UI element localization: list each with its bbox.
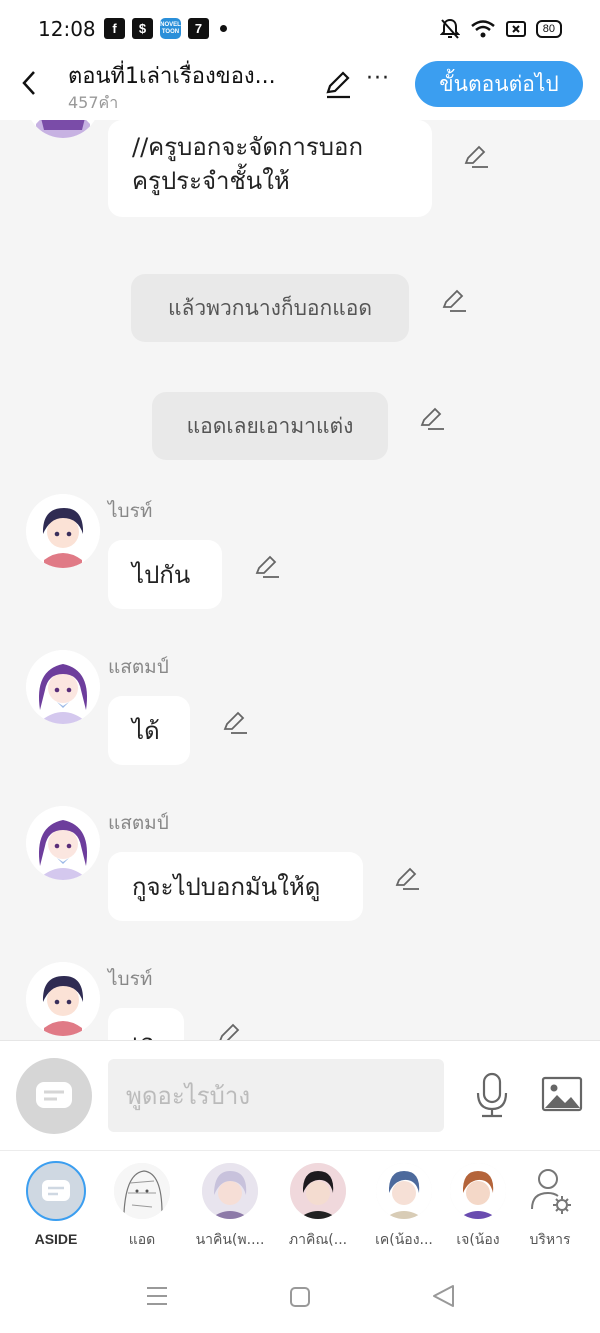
menu-icon[interactable] bbox=[146, 1286, 168, 1306]
character-avatar bbox=[376, 1163, 432, 1219]
speaker-name: ไบรท์ bbox=[108, 968, 153, 990]
message-input[interactable] bbox=[108, 1059, 444, 1132]
speaker-name: แสตมป์ bbox=[108, 656, 169, 678]
home-icon[interactable] bbox=[289, 1286, 311, 1308]
edit-title-icon[interactable] bbox=[322, 68, 354, 100]
system-nav-bar bbox=[0, 1260, 600, 1333]
edit-message-icon[interactable] bbox=[221, 708, 249, 736]
facebook-icon: f bbox=[104, 18, 125, 39]
edit-message-icon[interactable] bbox=[462, 142, 490, 170]
character-avatar bbox=[202, 1163, 258, 1219]
aside-toggle-button[interactable] bbox=[16, 1058, 92, 1134]
more-options-button[interactable]: ··· bbox=[366, 66, 390, 91]
status-time: 12:08 bbox=[38, 17, 96, 41]
edit-message-icon[interactable] bbox=[440, 286, 468, 314]
message-bubble[interactable]: เอ bbox=[108, 1008, 184, 1040]
novel-toon-icon: NOVEL TOON bbox=[160, 18, 181, 39]
chat-bubble-icon bbox=[42, 1180, 70, 1201]
character-avatar-icon bbox=[26, 650, 100, 724]
image-icon[interactable] bbox=[540, 1075, 584, 1115]
character-avatar-icon bbox=[26, 806, 100, 880]
edit-message-icon[interactable] bbox=[253, 552, 281, 580]
wifi-icon bbox=[470, 20, 495, 38]
avatar-stamp[interactable] bbox=[26, 806, 100, 880]
message-bubble[interactable]: กูจะไปบอกมันให้ดู bbox=[108, 852, 363, 921]
brown-hair-avatar-icon bbox=[450, 1163, 506, 1219]
episode-title[interactable]: ตอนที่1เล่าเรื่องของ... bbox=[68, 58, 308, 93]
message-bubble[interactable]: ได้ bbox=[108, 696, 190, 765]
screen-cast-icon bbox=[505, 21, 526, 37]
user-settings-icon bbox=[531, 1169, 571, 1214]
message-bubble[interactable]: //ครูบอกจะจัดการบอก ครูประจำชั้นให้ bbox=[108, 120, 432, 217]
edit-message-icon[interactable] bbox=[418, 404, 446, 432]
editor-header: ตอนที่1เล่าเรื่องของ... 457คำ ··· ขั้นตอ… bbox=[0, 58, 600, 120]
status-bar: 12:08 f $ NOVEL TOON 7 80 bbox=[0, 0, 600, 58]
edit-message-icon[interactable] bbox=[216, 1020, 244, 1040]
speaker-name: ไบรท์ bbox=[108, 500, 153, 522]
character-label: บริหาร bbox=[529, 1232, 571, 1248]
seven-eleven-icon: 7 bbox=[188, 18, 209, 39]
character-nakhin[interactable]: นาคิน(พ.... bbox=[190, 1163, 270, 1251]
silver-hair-avatar-icon bbox=[202, 1163, 258, 1219]
notification-dot-icon bbox=[220, 25, 227, 32]
character-avatar-icon bbox=[31, 120, 95, 138]
status-app-icons: f $ NOVEL TOON 7 bbox=[104, 18, 227, 39]
character-label: ASIDE bbox=[34, 1231, 78, 1247]
character-avatar bbox=[114, 1163, 170, 1219]
message-text-line: ครูประจำชั้นให้ bbox=[132, 167, 290, 195]
manage-icon-wrap bbox=[522, 1163, 578, 1219]
character-label: เจ(น้อง bbox=[456, 1232, 500, 1248]
avatar-stamp[interactable] bbox=[26, 650, 100, 724]
microphone-icon[interactable] bbox=[470, 1071, 514, 1119]
chevron-left-icon bbox=[22, 71, 35, 95]
character-avatar-icon bbox=[26, 494, 100, 568]
back-button[interactable] bbox=[14, 66, 44, 100]
sketch-avatar-icon bbox=[114, 1163, 170, 1219]
chat-area[interactable]: //ครูบอกจะจัดการบอก ครูประจำชั้นให้ แล้ว… bbox=[0, 120, 600, 1040]
speaker-name: แสตมป์ bbox=[108, 812, 169, 834]
chat-bubble-icon bbox=[36, 1082, 72, 1108]
status-right-icons: 80 bbox=[439, 18, 562, 40]
character-j[interactable]: เจ(น้อง bbox=[444, 1163, 512, 1251]
manage-characters-button[interactable]: บริหาร bbox=[510, 1163, 590, 1251]
message-input-bar bbox=[0, 1040, 600, 1150]
edit-message-icon[interactable] bbox=[393, 864, 421, 892]
word-count: 457คำ bbox=[68, 93, 119, 112]
character-avatar-icon bbox=[26, 962, 100, 1036]
character-label: เค(น้อง... bbox=[375, 1232, 433, 1248]
character-label: ภาคิณ(... bbox=[288, 1232, 348, 1248]
bell-off-icon bbox=[439, 18, 460, 39]
narration-bubble[interactable]: แอดเลยเอามาแต่ง bbox=[152, 392, 388, 460]
character-aside[interactable]: ASIDE bbox=[16, 1161, 96, 1247]
character-avatar bbox=[450, 1163, 506, 1219]
avatar-bright[interactable] bbox=[26, 962, 100, 1036]
dark-hair-avatar-icon bbox=[290, 1163, 346, 1219]
battery-indicator: 80 bbox=[535, 20, 562, 38]
dollar-shield-icon: $ bbox=[132, 18, 153, 39]
message-bubble[interactable]: ไปกัน bbox=[108, 540, 222, 609]
avatar-stamp-partial bbox=[26, 120, 100, 138]
blue-hair-avatar-icon bbox=[376, 1163, 432, 1219]
character-avatar bbox=[290, 1163, 346, 1219]
character-selector: ASIDE แอด นาคิน(พ.... ภาคิณ(... เค(น้อง.… bbox=[0, 1150, 600, 1260]
character-ad[interactable]: แอด bbox=[102, 1163, 182, 1251]
narration-bubble[interactable]: แล้วพวกนางก็บอกแอด bbox=[131, 274, 409, 342]
character-phakhin[interactable]: ภาคิณ(... bbox=[278, 1163, 358, 1251]
next-step-button[interactable]: ขั้นตอนต่อไป bbox=[415, 61, 583, 107]
back-nav-icon[interactable] bbox=[431, 1284, 455, 1308]
avatar-bright[interactable] bbox=[26, 494, 100, 568]
aside-avatar bbox=[26, 1161, 86, 1221]
message-text-line: //ครูบอกจะจัดการบอก bbox=[132, 133, 363, 161]
character-label: แอด bbox=[128, 1232, 156, 1248]
character-label: นาคิน(พ.... bbox=[195, 1232, 265, 1248]
character-k[interactable]: เค(น้อง... bbox=[364, 1163, 444, 1251]
